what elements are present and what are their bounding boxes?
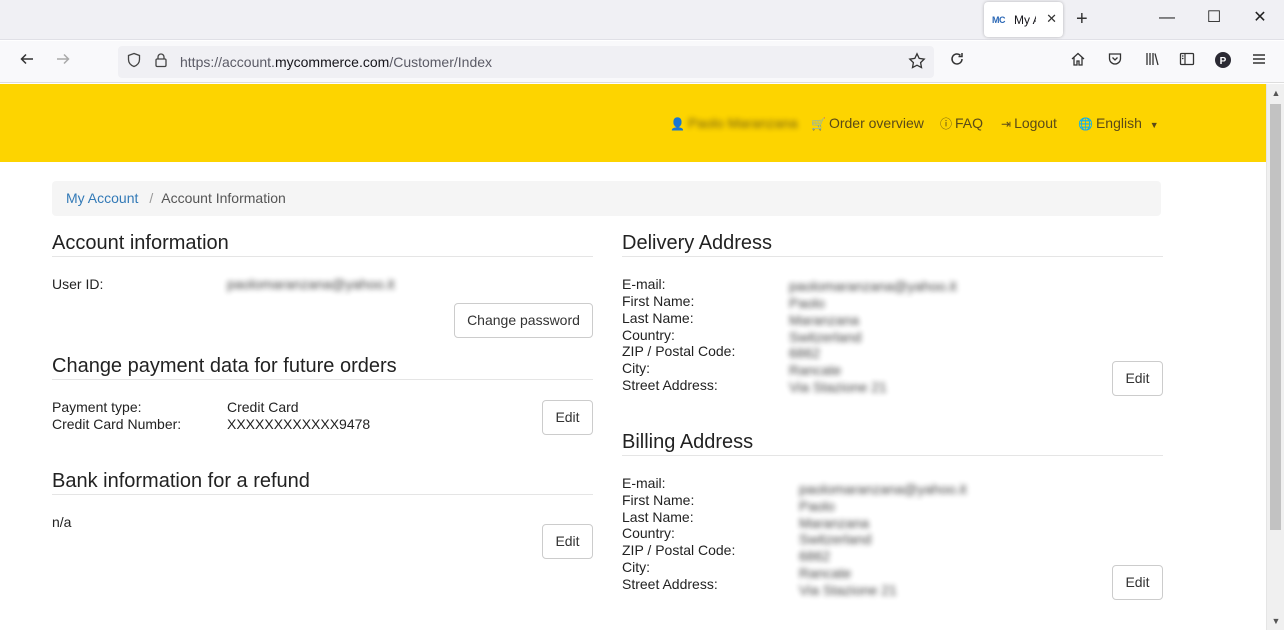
faq-link[interactable]: ⓘ FAQ <box>940 115 983 132</box>
svg-text:P: P <box>1220 56 1227 67</box>
menu-hamburger-icon[interactable] <box>1249 51 1269 71</box>
billing-city-value: Rancate <box>799 565 852 581</box>
edit-billing-button[interactable]: Edit <box>1112 565 1163 600</box>
tab-title: My A <box>1014 12 1036 27</box>
page-viewport: 👤 Paolo Maranzana 🛒 Order overview ⓘ FAQ ⇥ L… <box>0 84 1266 630</box>
reload-icon[interactable] <box>947 51 967 71</box>
language-dropdown[interactable]: 🌐 English ▼ <box>1078 115 1159 133</box>
bank-information-value: n/a <box>52 514 72 530</box>
scrollbar-thumb[interactable] <box>1270 104 1281 530</box>
billing-last-name-label: Last Name: <box>622 509 694 525</box>
pocket-icon[interactable] <box>1105 51 1125 71</box>
tracking-shield-icon[interactable] <box>124 52 144 72</box>
billing-last-name-value: Maranzana <box>799 515 870 531</box>
minimize-icon[interactable]: — <box>1157 8 1177 28</box>
logout-link[interactable]: ⇥ Logout <box>1001 115 1057 132</box>
account-information-title: Account information <box>52 231 593 257</box>
browser-tab[interactable]: MC My A ✕ <box>984 2 1063 37</box>
browser-tab-bar: MC My A ✕ + — ☐ ✕ <box>0 0 1284 40</box>
delivery-zip-label: ZIP / Postal Code: <box>622 343 736 359</box>
delivery-first-name-value: Paolo <box>789 295 825 311</box>
user-icon: 👤 <box>670 117 685 131</box>
billing-city-label: City: <box>622 559 650 575</box>
change-password-button[interactable]: Change password <box>454 303 593 338</box>
url-text[interactable]: https://account.mycommerce.com/Customer/… <box>180 54 492 70</box>
lock-icon[interactable] <box>151 52 171 72</box>
breadcrumb-current: Account Information <box>161 190 286 206</box>
breadcrumb-separator: / <box>149 190 154 206</box>
library-icon[interactable] <box>1142 51 1162 71</box>
billing-email-value: paolomaranzana@yahoo.it <box>799 481 967 497</box>
back-arrow-icon[interactable] <box>17 51 37 71</box>
billing-street-label: Street Address: <box>622 576 718 592</box>
billing-street-value: Via Stazione 21 <box>799 582 897 598</box>
forward-arrow-icon[interactable] <box>53 51 73 71</box>
billing-first-name-label: First Name: <box>622 492 695 508</box>
delivery-country-value: Switzerland <box>789 329 862 345</box>
shopping-cart-icon: 🛒 <box>811 117 826 131</box>
scroll-up-icon[interactable]: ▲ <box>1267 88 1284 98</box>
logout-icon: ⇥ <box>1001 117 1012 131</box>
breadcrumb: My Account / Account Information <box>52 181 1161 216</box>
edit-payment-button[interactable]: Edit <box>542 400 593 435</box>
user-menu[interactable]: 👤 Paolo Maranzana <box>670 115 798 132</box>
info-circle-icon: ⓘ <box>940 117 953 131</box>
delivery-country-label: Country: <box>622 327 675 343</box>
site-favicon-icon: MC <box>992 14 1006 25</box>
sidebar-icon[interactable] <box>1177 51 1197 71</box>
billing-country-value: Switzerland <box>799 531 872 547</box>
browser-nav-bar: https://account.mycommerce.com/Customer/… <box>0 41 1284 83</box>
edit-delivery-button[interactable]: Edit <box>1112 361 1163 396</box>
home-icon[interactable] <box>1068 51 1088 71</box>
maximize-icon[interactable]: ☐ <box>1204 8 1224 28</box>
site-header: 👤 Paolo Maranzana 🛒 Order overview ⓘ FAQ ⇥ L… <box>0 84 1266 162</box>
order-overview-link[interactable]: 🛒 Order overview <box>811 115 924 132</box>
url-bar[interactable]: https://account.mycommerce.com/Customer/… <box>118 46 934 78</box>
profile-avatar-icon[interactable]: P <box>1213 51 1233 71</box>
delivery-email-value: paolomaranzana@yahoo.it <box>789 278 957 294</box>
credit-card-value: XXXXXXXXXXXX9478 <box>227 416 371 432</box>
billing-address-title: Billing Address <box>622 430 1163 456</box>
delivery-last-name-value: Maranzana <box>789 312 860 328</box>
delivery-city-label: City: <box>622 360 650 376</box>
tab-close-icon[interactable]: ✕ <box>1046 12 1057 26</box>
delivery-email-label: E-mail: <box>622 276 666 292</box>
new-tab-icon[interactable]: + <box>1076 9 1088 29</box>
user-name: Paolo Maranzana <box>687 115 798 131</box>
user-id-value: paolomaranzana@yahoo.it <box>227 276 395 292</box>
globe-icon: 🌐 <box>1078 117 1093 131</box>
caret-down-icon: ▼ <box>1149 120 1159 130</box>
payment-data-title: Change payment data for future orders <box>52 354 593 380</box>
payment-type-value: Credit Card <box>227 399 299 415</box>
user-id-label: User ID: <box>52 276 104 292</box>
billing-first-name-value: Paolo <box>799 498 835 514</box>
bank-information-title: Bank information for a refund <box>52 469 593 495</box>
delivery-first-name-label: First Name: <box>622 293 695 309</box>
bookmark-star-icon[interactable] <box>907 52 927 72</box>
billing-email-label: E-mail: <box>622 475 666 491</box>
edit-bank-button[interactable]: Edit <box>542 524 593 559</box>
delivery-city-value: Rancate <box>789 362 842 378</box>
page-scrollbar[interactable]: ▲ ▼ <box>1266 84 1284 630</box>
billing-country-label: Country: <box>622 525 675 541</box>
delivery-street-label: Street Address: <box>622 377 718 393</box>
delivery-address-title: Delivery Address <box>622 231 1163 257</box>
delivery-zip-value: 6862 <box>789 345 821 361</box>
payment-type-label: Payment type: <box>52 399 142 415</box>
breadcrumb-my-account[interactable]: My Account <box>66 190 138 206</box>
billing-zip-label: ZIP / Postal Code: <box>622 542 736 558</box>
delivery-last-name-label: Last Name: <box>622 310 694 326</box>
scroll-down-icon[interactable]: ▼ <box>1267 616 1284 626</box>
credit-card-label: Credit Card Number: <box>52 416 182 432</box>
delivery-street-value: Via Stazione 21 <box>789 379 887 395</box>
billing-zip-value: 6862 <box>799 548 831 564</box>
window-close-icon[interactable]: ✕ <box>1250 8 1270 28</box>
